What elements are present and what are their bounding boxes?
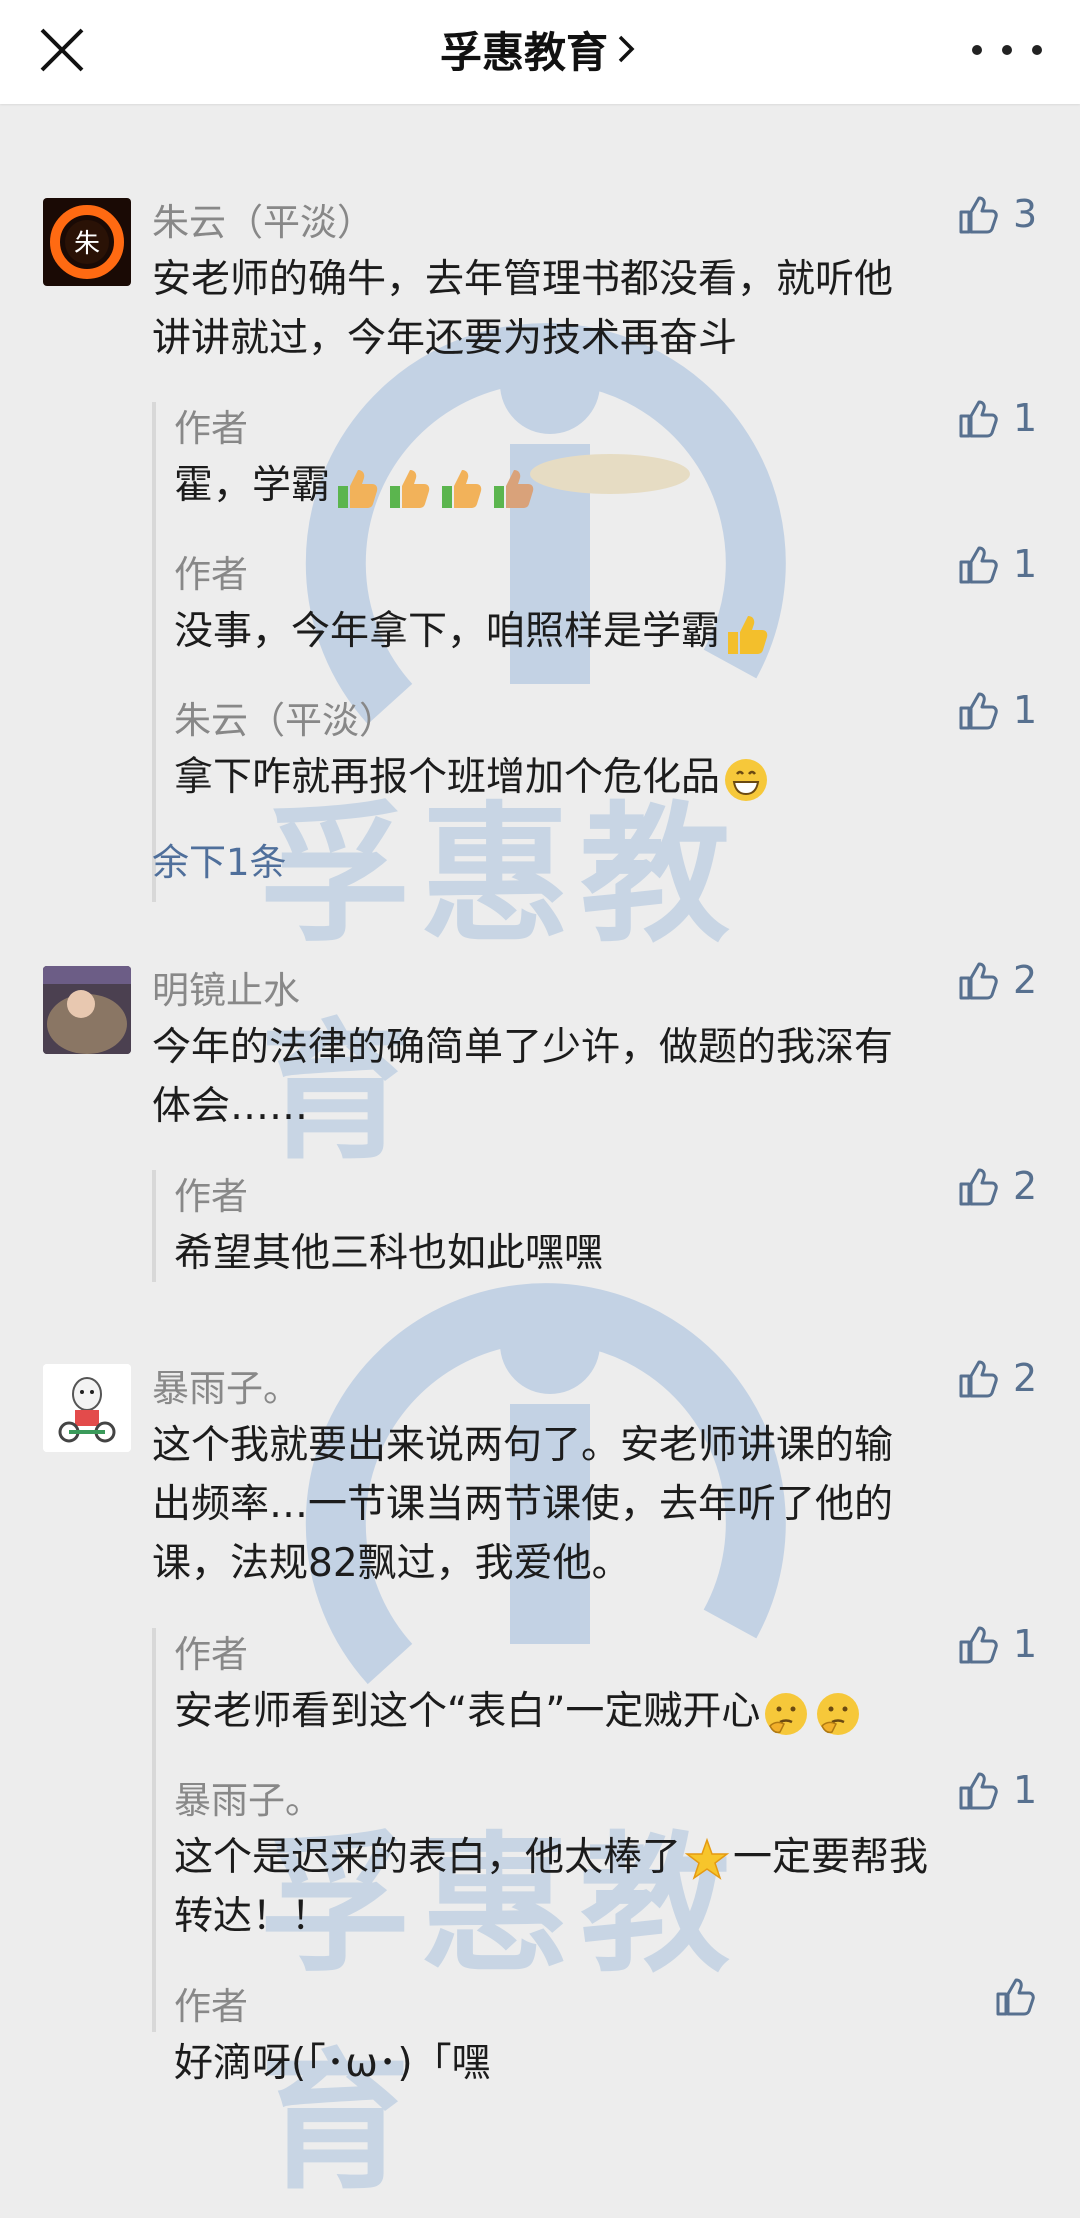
like-count: 1: [1013, 542, 1038, 586]
comment-text: 安老师的确牛，去年管理书都没看，就听他 讲讲就过，今年还要为技术再奋斗: [152, 257, 894, 361]
thumbs-up-icon: [959, 962, 998, 1000]
avatar[interactable]: 朱: [43, 198, 131, 286]
like-count: 3: [1013, 192, 1038, 236]
like-count: 1: [1013, 396, 1038, 440]
thumbs-up-icon: [959, 1772, 998, 1810]
like-button[interactable]: 1: [955, 1768, 1037, 1812]
reply-divider: [152, 1170, 156, 1282]
avatar[interactable]: [43, 1364, 131, 1452]
thumbs-up-emoji-icon: [728, 615, 768, 654]
like-button[interactable]: 2: [955, 1356, 1037, 1400]
more-options-button[interactable]: [972, 22, 1042, 78]
reply-author: 作者: [174, 407, 248, 450]
thumbs-up-icon: [959, 1168, 998, 1206]
thumbs-up-emoji-icon: [390, 469, 430, 508]
reply-text: 这个是迟来的表白，他太棒了 一定要帮我 转达！！: [174, 1835, 929, 1939]
like-button[interactable]: 2: [955, 958, 1037, 1002]
like-count: 2: [1013, 1356, 1038, 1400]
like-button[interactable]: 1: [955, 688, 1037, 732]
svg-text:朱: 朱: [74, 229, 100, 259]
thumbs-up-icon: [959, 1360, 998, 1398]
like-count: 1: [1013, 688, 1038, 732]
thumbs-up-icon: [959, 546, 998, 584]
like-button[interactable]: 1: [955, 1622, 1037, 1666]
commenter-name: 朱云（平淡）: [152, 201, 374, 244]
reply-text: 拿下咋就再报个班增加个危化品: [174, 748, 772, 807]
like-button[interactable]: 2: [955, 1164, 1037, 1208]
reply-author: 朱云（平淡）: [174, 699, 396, 742]
show-more-replies-link[interactable]: 余下1条: [152, 832, 287, 886]
reply-text: 霍，学霸: [174, 456, 538, 515]
thumbs-up-icon: [959, 1626, 998, 1664]
commenter-name: 暴雨子。: [152, 1367, 300, 1410]
like-count: 2: [1013, 958, 1038, 1002]
avatar[interactable]: [43, 966, 131, 1054]
reply-text: 希望其他三科也如此嘿嘿: [174, 1231, 604, 1276]
thumbs-up-icon: [959, 196, 998, 234]
comments-list: 孚惠教育 孚惠教育 朱 朱云（平淡） 3 安老师的确牛，去年管理书都没看，就听他…: [0, 104, 1080, 2210]
thumbs-up-emoji-icon: [338, 469, 378, 508]
thumbs-up-emoji-icon: [442, 469, 482, 508]
glowing-star-emoji-icon: [684, 1837, 730, 1880]
reply-author: 作者: [174, 553, 248, 596]
thumbs-up-icon: [959, 692, 998, 730]
like-button[interactable]: 1: [955, 542, 1037, 586]
thumbs-up-icon: [959, 400, 998, 438]
grinning-emoji-icon: [725, 758, 768, 801]
like-button[interactable]: 3: [955, 192, 1037, 236]
comment-text: 今年的法律的确简单了少许，做题的我深有 体会……: [152, 1025, 894, 1129]
like-count: 2: [1013, 1164, 1038, 1208]
commenter-name: 明镜止水: [152, 969, 300, 1012]
top-nav-bar: 孚惠教育: [0, 0, 1080, 104]
chevron-right-icon: [618, 35, 635, 63]
reply-text: 好滴呀(「･ω･)「嘿: [174, 2041, 491, 2086]
like-count: 1: [1013, 1768, 1038, 1812]
reply-author: 暴雨子。: [174, 1779, 322, 1822]
account-title-link[interactable]: 孚惠教育: [0, 14, 1080, 84]
like-button[interactable]: [992, 1974, 1036, 2018]
reply-divider: [152, 1628, 156, 2032]
reply-text: 安老师看到这个“表白”一定贼开心: [174, 1682, 864, 1741]
thinking-face-emoji-icon: [817, 1692, 860, 1735]
reply-divider: [152, 402, 156, 902]
reply-author: 作者: [174, 1985, 248, 2028]
thumbs-up-icon: [996, 1978, 1035, 2016]
reply-author: 作者: [174, 1175, 248, 1218]
more-icon: [972, 45, 982, 55]
reply-author: 作者: [174, 1633, 248, 1676]
thumbs-up-emoji-icon: [494, 469, 534, 508]
comment-text: 这个我就要出来说两句了。安老师讲课的输 出频率…一节课当两节课使，去年听了他的 …: [152, 1423, 894, 1586]
like-button[interactable]: 1: [955, 396, 1037, 440]
reply-text: 没事，今年拿下，咱照样是学霸: [174, 602, 772, 661]
thinking-face-emoji-icon: [765, 1692, 808, 1735]
page-title: 孚惠教育: [439, 27, 608, 77]
like-count: 1: [1013, 1622, 1038, 1666]
